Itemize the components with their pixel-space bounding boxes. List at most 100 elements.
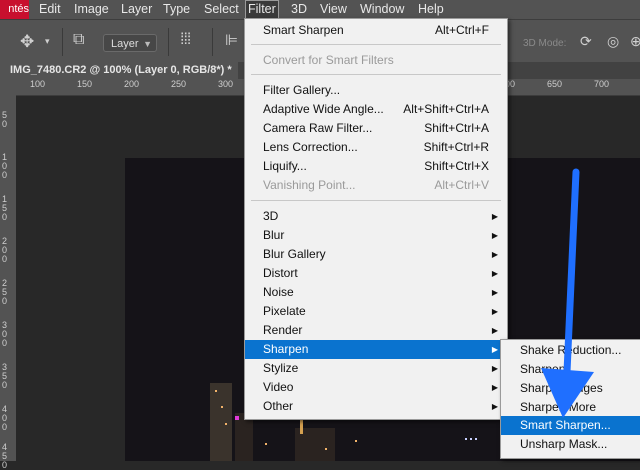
- menu-item-label: Other: [263, 399, 294, 413]
- menu-item-liquify[interactable]: Liquify... Shift+Ctrl+X: [245, 157, 507, 176]
- menu-item-camera-raw-filter[interactable]: Camera Raw Filter... Shift+Ctrl+A: [245, 119, 507, 138]
- menu-item-smart-sharpen-last[interactable]: Smart Sharpen Alt+Ctrl+F: [245, 21, 507, 40]
- menu-item-shortcut: Alt+Shift+Ctrl+A: [403, 102, 489, 116]
- align-left-icon[interactable]: ⊫: [225, 31, 238, 49]
- menu-item-shortcut: Shift+Ctrl+A: [424, 121, 489, 135]
- menu-item-vanishing-point: Vanishing Point... Alt+Ctrl+V: [245, 176, 507, 195]
- menu-item-label: Video: [263, 380, 294, 394]
- document-tab[interactable]: IMG_7480.CR2 @ 100% (Layer 0, RGB/8*) *: [0, 62, 238, 79]
- menu-item-noise[interactable]: Noise ▶: [245, 283, 507, 302]
- photo-light: [300, 420, 303, 434]
- ruler-tick: 200: [124, 79, 140, 89]
- menu-item-blur[interactable]: Blur ▶: [245, 226, 507, 245]
- menu-item-pixelate[interactable]: Pixelate ▶: [245, 302, 507, 321]
- menu-item-other[interactable]: Other ▶: [245, 397, 507, 416]
- submenu-arrow-icon: ▶: [491, 345, 498, 354]
- submenu-item-label: Smart Sharpen...: [520, 418, 611, 432]
- menu-view[interactable]: View: [320, 0, 347, 19]
- menu-item-label: Smart Sharpen: [263, 23, 344, 37]
- menu-item-3d[interactable]: 3D ▶: [245, 207, 507, 226]
- vertical-ruler[interactable]: 5 0 1 0 0 1 5 0 2 0 0 2 5 0 3 0 0 3 5 0 …: [0, 95, 16, 470]
- tool-options-chevron-icon[interactable]: ▾: [45, 36, 50, 47]
- menu-item-blur-gallery[interactable]: Blur Gallery ▶: [245, 245, 507, 264]
- menu-item-label: Blur: [263, 228, 285, 242]
- ruler-tick: 2 5 0: [2, 278, 8, 306]
- submenu-item-label: Sharpen: [520, 362, 566, 376]
- menu-edit[interactable]: Edit: [39, 0, 61, 19]
- menu-filter[interactable]: Filter: [245, 0, 279, 19]
- submenu-arrow-icon: ▶: [491, 250, 498, 259]
- submenu-item-shake-reduction[interactable]: Shake Reduction...: [501, 341, 640, 360]
- submenu-arrow-icon: ▶: [491, 288, 498, 297]
- photo-light: [470, 438, 472, 440]
- submenu-item-sharpen-more[interactable]: Sharpen More: [501, 398, 640, 417]
- submenu-item-smart-sharpen[interactable]: Smart Sharpen...: [501, 416, 640, 435]
- submenu-arrow-icon: ▶: [491, 402, 498, 411]
- menu-item-render[interactable]: Render ▶: [245, 321, 507, 340]
- submenu-item-label: Sharpen Edges: [520, 381, 603, 395]
- menu-select[interactable]: Select: [204, 0, 239, 19]
- menu-item-distort[interactable]: Distort ▶: [245, 264, 507, 283]
- menu-type[interactable]: Type: [163, 0, 190, 19]
- ruler-tick: 300: [218, 79, 234, 89]
- submenu-item-sharpen[interactable]: Sharpen: [501, 360, 640, 379]
- submenu-arrow-icon: ▶: [491, 383, 498, 392]
- auto-select-icon[interactable]: ⧉: [73, 31, 84, 49]
- photo-building: [235, 413, 253, 461]
- transform-controls-icon[interactable]: ⁞⁞⁞: [180, 31, 191, 49]
- app-logo: ntés: [0, 0, 29, 19]
- move-tool-icon[interactable]: ✥: [20, 32, 34, 52]
- orbit-3d-icon[interactable]: ⟳: [580, 33, 592, 50]
- menu-item-stylize[interactable]: Stylize ▶: [245, 359, 507, 378]
- menu-separator: [251, 74, 501, 75]
- layer-select-value: Layer: [111, 38, 139, 50]
- layer-select[interactable]: Layer ▼: [103, 34, 157, 52]
- menu-item-label: Camera Raw Filter...: [263, 121, 373, 135]
- menu-item-adaptive-wide-angle[interactable]: Adaptive Wide Angle... Alt+Shift+Ctrl+A: [245, 100, 507, 119]
- photo-light: [265, 443, 267, 445]
- submenu-item-sharpen-edges[interactable]: Sharpen Edges: [501, 379, 640, 398]
- menu-item-label: Sharpen: [263, 342, 309, 356]
- menu-item-label: Render: [263, 323, 303, 337]
- photo-light: [221, 406, 223, 408]
- menu-separator: [251, 44, 501, 45]
- ruler-tick: 250: [171, 79, 187, 89]
- menu-help[interactable]: Help: [418, 0, 444, 19]
- menu-item-sharpen[interactable]: Sharpen ▶: [245, 340, 507, 359]
- menu-item-video[interactable]: Video ▶: [245, 378, 507, 397]
- roll-3d-icon[interactable]: ◎: [607, 33, 619, 50]
- submenu-arrow-icon: ▶: [491, 307, 498, 316]
- photo-light: [215, 390, 217, 392]
- menu-item-lens-correction[interactable]: Lens Correction... Shift+Ctrl+R: [245, 138, 507, 157]
- submenu-item-label: Sharpen More: [520, 400, 597, 414]
- menu-item-label: Filter Gallery...: [263, 83, 341, 97]
- ruler-tick: 3 5 0: [2, 362, 8, 390]
- menu-window[interactable]: Window: [360, 0, 404, 19]
- menu-item-shortcut: Shift+Ctrl+X: [424, 159, 489, 173]
- toolbar-divider: [212, 28, 213, 56]
- submenu-arrow-icon: ▶: [491, 231, 498, 240]
- ruler-tick: 2 0 0: [2, 236, 8, 264]
- menu-image[interactable]: Image: [74, 0, 109, 19]
- ruler-tick: 4 5 0: [2, 442, 8, 470]
- photo-light: [325, 448, 327, 450]
- ruler-tick: 3 0 0: [2, 320, 8, 348]
- submenu-arrow-icon: ▶: [491, 269, 498, 278]
- menu-item-label: Lens Correction...: [263, 140, 358, 154]
- menu-item-label: Noise: [263, 285, 294, 299]
- menu-item-filter-gallery[interactable]: Filter Gallery...: [245, 81, 507, 100]
- pan-3d-icon[interactable]: ⊕: [630, 33, 640, 50]
- ruler-tick: 1 5 0: [2, 194, 8, 222]
- submenu-item-label: Unsharp Mask...: [520, 437, 608, 451]
- menu-item-label: 3D: [263, 209, 279, 223]
- menu-3d[interactable]: 3D: [291, 0, 307, 19]
- sharpen-submenu: Shake Reduction... Sharpen Sharpen Edges…: [500, 339, 640, 459]
- ruler-tick: 650: [547, 79, 563, 89]
- ruler-corner[interactable]: [0, 79, 16, 95]
- photo-light: [475, 438, 477, 440]
- submenu-item-unsharp-mask[interactable]: Unsharp Mask...: [501, 435, 640, 454]
- menu-layer[interactable]: Layer: [121, 0, 152, 19]
- photo-building: [210, 383, 232, 461]
- menu-item-label: Stylize: [263, 361, 299, 375]
- ruler-tick: 700: [594, 79, 610, 89]
